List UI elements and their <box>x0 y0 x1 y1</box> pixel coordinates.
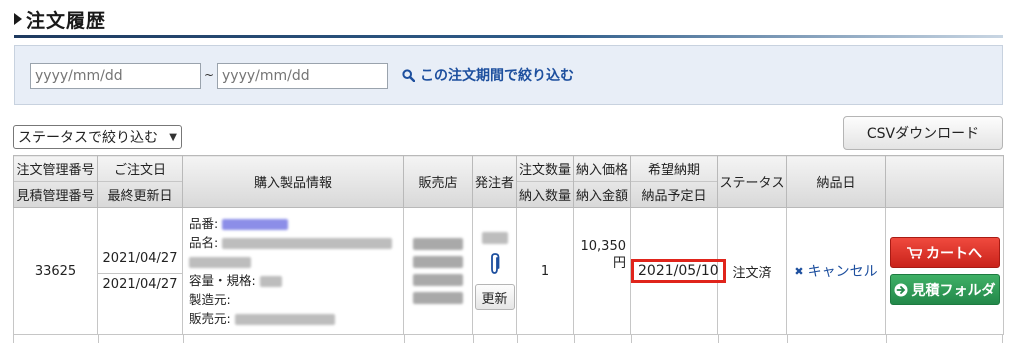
header-last-updated: 最終更新日 <box>98 181 182 207</box>
header-price: 納入価格 納入金額 <box>573 155 631 208</box>
redacted-capacity <box>259 276 282 287</box>
seller-label: 販売元: <box>189 311 231 326</box>
product-maker-line: 製造元: <box>189 290 397 309</box>
cart-button-label: カートへ <box>926 245 982 262</box>
shop-cell <box>403 207 473 335</box>
search-icon <box>402 68 415 82</box>
triangle-right-icon <box>14 13 22 25</box>
arrow-circle-right-icon <box>894 283 907 296</box>
header-product-info: 購入製品情報 <box>182 155 404 208</box>
date-to-input[interactable] <box>217 63 388 89</box>
cancel-link[interactable]: ✖ キャンセル <box>787 261 885 281</box>
header-order-date: ご注文日 <box>113 163 166 178</box>
header-dates: ご注文日 最終更新日 <box>97 155 183 208</box>
order-history-table: 注文管理番号 見積管理番号 ご注文日 最終更新日 購入製品情報 販売店 発注者 … <box>13 155 1004 335</box>
product-part-no-line: 品番: <box>189 214 397 233</box>
status-filter-value: ステータスで絞り込む <box>18 130 158 146</box>
dates-cell: 2021/04/27 2021/04/27 <box>97 207 183 335</box>
chevron-down-icon: ▼ <box>169 131 177 143</box>
page-title-text: 注文履歴 <box>26 9 107 32</box>
status-text: 注文済 <box>732 265 772 281</box>
page-title: 注文履歴 <box>14 6 106 32</box>
order-qty: 1 <box>540 263 550 279</box>
header-quote-mgmt-no: 見積管理番号 <box>14 181 97 207</box>
header-delivery-price: 納入価格 <box>575 163 628 178</box>
price-unit: 円 <box>612 256 626 271</box>
product-info-cell: 品番: 品名: 容量・規格: 製造元: 販売元: <box>182 207 404 335</box>
capacity-label: 容量・規格: <box>189 273 256 288</box>
order-no: 33625 <box>34 263 77 279</box>
header-delivered-qty: 納入数量 <box>517 181 573 207</box>
product-capacity-line: 容量・規格: <box>189 271 397 290</box>
csv-download-button[interactable]: CSVダウンロード <box>843 116 1003 150</box>
quote-folder-button[interactable]: 見積フォルダ <box>889 274 1000 305</box>
add-to-cart-button[interactable]: カートへ <box>889 237 1000 268</box>
header-delivery-amount: 納入金額 <box>574 181 630 207</box>
quantity-cell: 1 <box>516 207 574 335</box>
orderer-cell: 更新 <box>472 207 517 335</box>
header-delivery-date: 納品日 <box>786 155 886 208</box>
table-row-partial <box>13 335 1003 343</box>
status-filter-select[interactable]: ステータスで絞り込む ▼ <box>13 125 182 149</box>
header-desired-delivery: 希望納期 <box>647 163 700 178</box>
header-order-mgmt-no: 注文管理番号 <box>16 163 95 178</box>
maker-label: 製造元: <box>189 292 231 307</box>
apply-period-filter-label: この注文期間で絞り込む <box>420 68 574 84</box>
header-planned-delivery: 納品予定日 <box>631 181 717 207</box>
date-from-input[interactable] <box>30 63 201 89</box>
header-quantity: 注文数量 納入数量 <box>516 155 574 208</box>
header-status: ステータス <box>717 155 787 208</box>
date-filter-panel: ~ この注文期間で絞り込む <box>14 45 1003 105</box>
x-icon: ✖ <box>794 264 804 278</box>
name-label: 品名: <box>189 235 219 250</box>
updated-date: 2021/04/27 <box>98 272 182 295</box>
product-name-line: 品名: <box>189 233 397 252</box>
header-actions <box>885 155 1004 208</box>
product-seller-line: 販売元: <box>189 309 397 328</box>
desired-delivery-cell: 2021/05/10 <box>630 207 726 335</box>
header-orderer: 発注者 <box>472 155 517 208</box>
header-shop: 販売店 <box>403 155 473 208</box>
order-date: 2021/04/27 <box>102 250 178 266</box>
actions-cell: カートへ 見積フォルダ <box>885 207 1004 335</box>
redacted-part-no <box>222 219 289 230</box>
redacted-shop <box>404 238 472 304</box>
delivery-date-cell: ✖ キャンセル <box>786 207 886 335</box>
update-button[interactable]: 更新 <box>474 284 515 310</box>
product-name-line-2 <box>189 252 397 271</box>
header-order-no: 注文管理番号 見積管理番号 <box>13 155 98 208</box>
cart-icon <box>907 246 922 259</box>
date-separator: ~ <box>204 68 215 82</box>
redacted-orderer <box>481 232 508 244</box>
delivery-price: 10,350 <box>580 239 627 254</box>
redacted-name <box>222 238 393 249</box>
price-cell: 10,350 円 <box>573 207 631 335</box>
paperclip-icon[interactable] <box>489 252 501 276</box>
cancel-label: キャンセル <box>807 264 878 280</box>
quote-button-label: 見積フォルダ <box>911 282 996 299</box>
desired-delivery-date: 2021/05/10 <box>631 259 726 283</box>
header-delivery-dates: 希望納期 納品予定日 <box>630 155 718 208</box>
table-row: 33625 2021/04/27 2021/04/27 品番: 品名: 容量・規… <box>13 207 1004 335</box>
part-no-label: 品番: <box>189 216 219 231</box>
order-no-cell: 33625 <box>13 207 98 335</box>
title-divider <box>14 35 1003 38</box>
redacted-name-2 <box>189 257 251 268</box>
apply-period-filter-link[interactable]: この注文期間で絞り込む <box>402 65 574 85</box>
redacted-seller <box>234 314 335 325</box>
status-cell: 注文済 <box>717 207 787 335</box>
header-order-qty: 注文数量 <box>518 163 571 178</box>
